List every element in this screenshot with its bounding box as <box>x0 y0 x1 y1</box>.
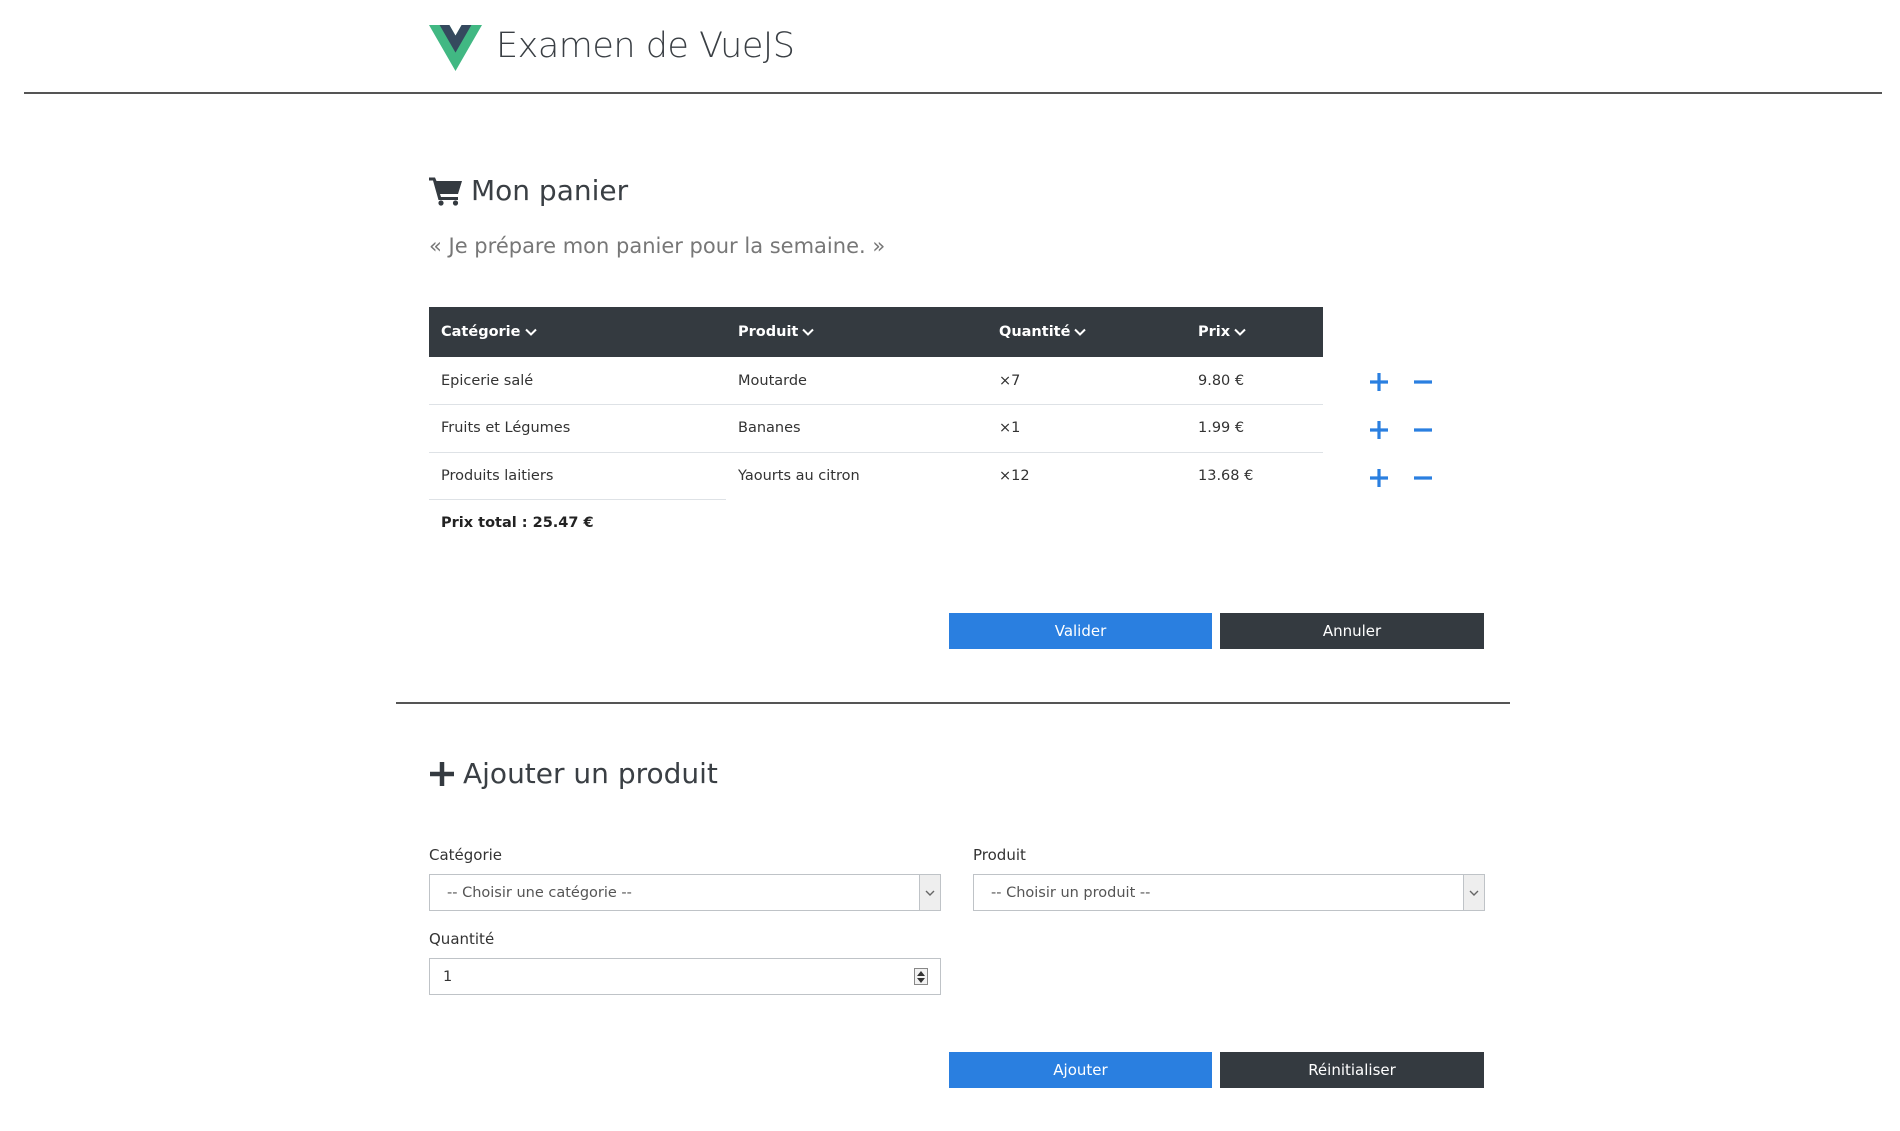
chevron-down-icon <box>1463 875 1484 910</box>
sort-header-category[interactable]: Catégorie <box>429 307 726 357</box>
cell-price: 1.99 € <box>1186 404 1323 452</box>
category-select-value: -- Choisir une catégorie -- <box>447 884 632 901</box>
cell-price: 9.80 € <box>1198 372 1245 389</box>
chevron-down-icon <box>802 328 815 336</box>
chevron-down-icon <box>919 875 940 910</box>
add-product-title-text: Ajouter un produit <box>463 757 718 790</box>
cart-table: Catégorie Produit Quantité Prix Epicerie… <box>429 307 1323 500</box>
row-actions <box>1368 371 1434 393</box>
product-select-value: -- Choisir un produit -- <box>991 884 1151 901</box>
row-actions <box>1368 419 1434 441</box>
chevron-down-icon <box>524 328 537 336</box>
caret-down-icon <box>917 977 925 983</box>
section-divider <box>396 702 1510 704</box>
quantity-stepper[interactable] <box>914 968 928 985</box>
plus-icon <box>430 761 454 786</box>
cell-quantity: ×12 <box>987 451 1186 500</box>
minus-icon <box>1414 428 1432 432</box>
row-actions <box>1368 467 1434 489</box>
product-label: Produit <box>973 846 1026 864</box>
quantity-input[interactable]: 1 <box>429 958 941 995</box>
vue-logo-icon <box>429 25 482 71</box>
increase-quantity-button[interactable] <box>1368 419 1390 441</box>
header-divider <box>24 92 1882 94</box>
table-row: Fruits et Légumes Bananes ×1 1.99 € <box>429 404 1323 452</box>
reset-button[interactable]: Réinitialiser <box>1220 1052 1484 1088</box>
plus-icon <box>1370 421 1388 439</box>
cell-category: Epicerie salé <box>441 372 534 389</box>
cell-quantity: ×1 <box>987 404 1186 452</box>
cancel-button[interactable]: Annuler <box>1220 613 1484 649</box>
cell-product: Yaourts au citron <box>726 451 987 500</box>
cell-category: Fruits et Légumes <box>429 404 726 452</box>
caret-up-icon <box>917 970 925 976</box>
sort-header-product[interactable]: Produit <box>726 307 987 357</box>
cart-quote: « Je prépare mon panier pour la semaine.… <box>429 234 886 258</box>
cell-product: Moutarde <box>738 372 807 389</box>
minus-icon <box>1414 380 1432 384</box>
plus-icon <box>1370 469 1388 487</box>
chevron-down-icon <box>1074 328 1087 336</box>
cart-section-title: Mon panier <box>429 174 628 207</box>
quantity-label: Quantité <box>429 930 495 948</box>
cell-quantity: ×7 <box>999 372 1021 389</box>
decrease-quantity-button[interactable] <box>1412 371 1434 393</box>
quantity-input-value: 1 <box>443 968 453 985</box>
shopping-cart-icon <box>429 177 462 206</box>
cart-title-text: Mon panier <box>471 174 629 207</box>
cell-product: Bananes <box>726 404 987 452</box>
cell-category: Produits laitiers <box>429 451 726 500</box>
app-header: Examen de VueJS <box>0 0 1900 94</box>
table-row: Produits laitiers Yaourts au citron ×12 … <box>429 451 1323 500</box>
plus-icon <box>1370 373 1388 391</box>
increase-quantity-button[interactable] <box>1368 467 1390 489</box>
add-product-button[interactable]: Ajouter <box>949 1052 1212 1088</box>
cart-total: Prix total : 25.47 € <box>441 515 594 531</box>
cart-table-header: Catégorie Produit Quantité Prix <box>429 307 1323 357</box>
category-select[interactable]: -- Choisir une catégorie -- <box>429 874 941 911</box>
chevron-down-icon <box>1234 328 1246 336</box>
category-label: Catégorie <box>429 846 503 864</box>
add-product-section-title: Ajouter un produit <box>429 757 718 790</box>
validate-button[interactable]: Valider <box>949 613 1212 649</box>
product-select[interactable]: -- Choisir un produit -- <box>973 874 1485 911</box>
total-divider <box>429 499 726 500</box>
decrease-quantity-button[interactable] <box>1412 419 1434 441</box>
sort-header-quantity[interactable]: Quantité <box>987 307 1186 357</box>
minus-icon <box>1414 476 1432 480</box>
decrease-quantity-button[interactable] <box>1412 467 1434 489</box>
app-title: Examen de VueJS <box>496 26 795 66</box>
table-row: Epicerie salé Moutarde ×7 9.80 € <box>429 357 1323 405</box>
sort-header-price[interactable]: Prix <box>1186 307 1323 357</box>
increase-quantity-button[interactable] <box>1368 371 1390 393</box>
cell-price: 13.68 € <box>1186 451 1323 500</box>
